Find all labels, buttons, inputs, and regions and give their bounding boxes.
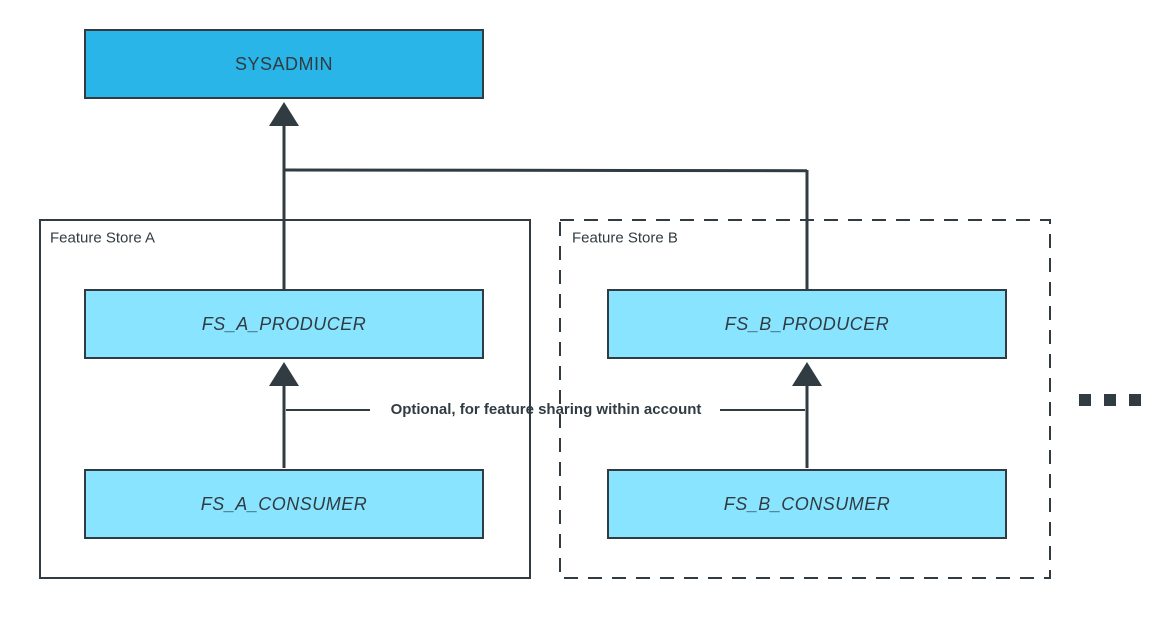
sysadmin-label: SYSADMIN (235, 54, 333, 74)
optional-sharing-connector: Optional, for feature sharing within acc… (286, 401, 805, 418)
sysadmin-node: SYSADMIN (85, 30, 483, 98)
fs-a-producer-node: FS_A_PRODUCER (85, 290, 483, 358)
fs-a-consumer-node: FS_A_CONSUMER (85, 470, 483, 538)
ellipsis-icon (1079, 394, 1141, 406)
fs-b-consumer-node: FS_B_CONSUMER (608, 470, 1006, 538)
connector-producers-to-sysadmin (284, 108, 807, 290)
feature-store-b-group: Feature Store B FS_B_PRODUCER FS_B_CONSU… (560, 220, 1050, 578)
optional-sharing-label: Optional, for feature sharing within acc… (391, 401, 702, 418)
architecture-diagram: SYSADMIN Feature Store A FS_A_PRODUCER F… (0, 0, 1162, 618)
feature-store-b-title: Feature Store B (572, 229, 678, 246)
fs-a-consumer-label: FS_A_CONSUMER (201, 494, 368, 514)
fs-b-producer-label: FS_B_PRODUCER (725, 314, 890, 334)
fs-b-producer-node: FS_B_PRODUCER (608, 290, 1006, 358)
feature-store-a-title: Feature Store A (50, 229, 155, 246)
fs-a-producer-label: FS_A_PRODUCER (202, 314, 367, 334)
fs-b-consumer-label: FS_B_CONSUMER (724, 494, 891, 514)
